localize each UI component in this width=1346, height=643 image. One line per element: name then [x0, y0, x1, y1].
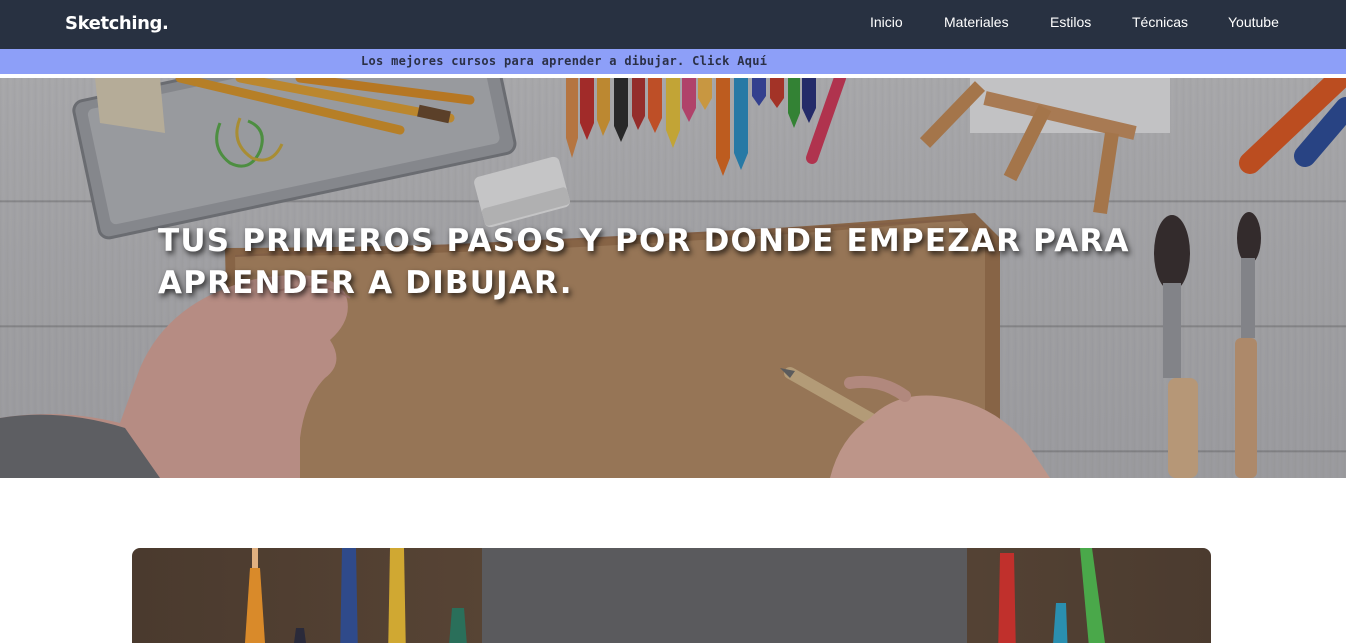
promo-banner: Los mejores cursos para aprender a dibuj…	[0, 49, 1346, 74]
article-card-image[interactable]	[132, 548, 1211, 643]
nav-link-tecnicas[interactable]: Técnicas	[1132, 14, 1188, 30]
nav-link-materiales[interactable]: Materiales	[944, 14, 1009, 30]
nav-link-estilos[interactable]: Estilos	[1050, 14, 1091, 30]
nav-link-youtube[interactable]: Youtube	[1228, 14, 1279, 30]
hero-banner: TUS PRIMEROS PASOS Y POR DONDE EMPEZAR P…	[0, 78, 1346, 478]
top-navbar: Sketching. Inicio Materiales Estilos Téc…	[0, 0, 1346, 49]
hero-title: TUS PRIMEROS PASOS Y POR DONDE EMPEZAR P…	[158, 223, 1130, 301]
brand-logo-link[interactable]: Sketching.	[65, 13, 169, 34]
nav-link-inicio[interactable]: Inicio	[870, 14, 903, 30]
promo-link[interactable]: Los mejores cursos para aprender a dibuj…	[361, 54, 767, 68]
card-background-image	[245, 548, 1105, 643]
